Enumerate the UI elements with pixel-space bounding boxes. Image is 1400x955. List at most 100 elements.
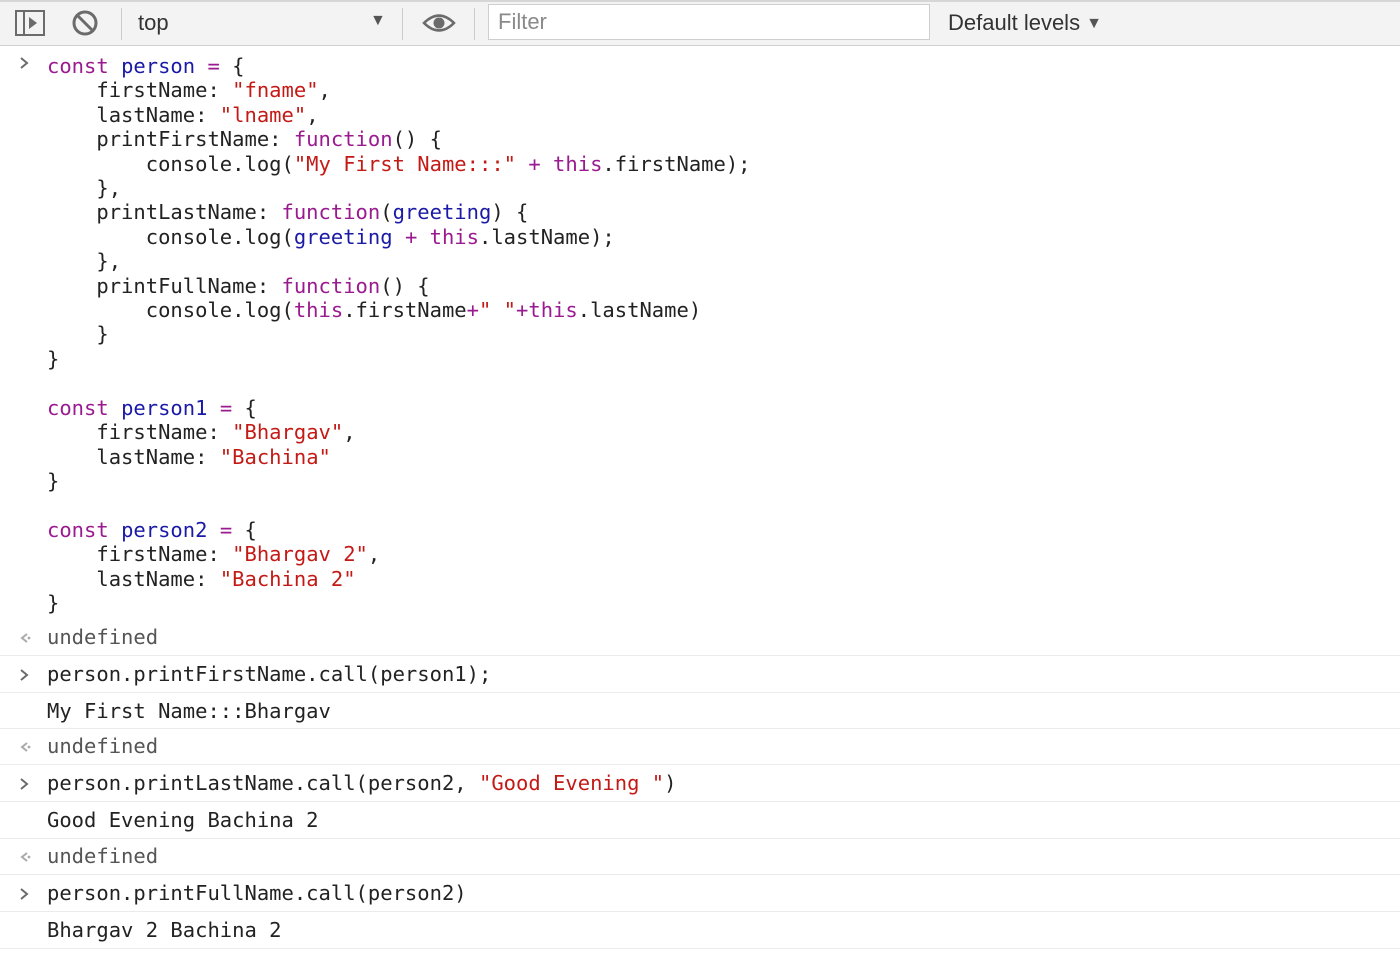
code-text: () {: [392, 127, 442, 152]
input-prompt-icon: [18, 668, 30, 687]
input-prompt-icon: [18, 56, 30, 75]
code-text: .lastName): [577, 298, 702, 323]
code-text: printLastName:: [47, 200, 282, 225]
code-string: "lname": [219, 102, 307, 127]
console-result-entry: undefined: [0, 729, 1400, 765]
code-keyword: const: [47, 395, 109, 420]
code-text: firstName:: [47, 420, 233, 445]
code-text: ,: [343, 420, 356, 445]
code-text: (: [380, 200, 393, 225]
code-keyword: this: [553, 151, 603, 176]
code-input-line: person.printFullName.call(person2): [47, 881, 467, 905]
code-text: .firstName);: [602, 151, 751, 176]
result-arrow-icon: [18, 631, 32, 650]
code-operator: +: [528, 151, 541, 176]
console-toolbar: top ▼ Default levels ▼: [0, 0, 1400, 46]
log-output: Good Evening Bachina 2: [47, 808, 319, 832]
code-string: " ": [478, 298, 517, 323]
code-text: ,: [367, 542, 381, 567]
code-text: console.log(: [47, 224, 294, 249]
input-prompt-icon: [18, 777, 30, 796]
toolbar-divider: [474, 8, 475, 40]
code-text: person.printFirstName.call(person1);: [47, 662, 492, 686]
code-text: },: [47, 176, 122, 201]
code-text: },: [47, 249, 122, 274]
console-input-entry: person.printFullName.call(person2): [0, 875, 1400, 912]
code-string: "fname": [232, 78, 319, 103]
console-result-entry: undefined: [0, 839, 1400, 875]
code-text: }: [47, 590, 60, 615]
code-identifier: person: [121, 54, 196, 78]
code-text: .firstName: [343, 298, 467, 323]
console-log-entry: My First Name:::Bhargav: [0, 693, 1400, 729]
log-levels-label: Default levels: [948, 10, 1081, 35]
code-text: .lastName);: [479, 224, 615, 249]
code-text: ) {: [491, 200, 529, 225]
context-dropdown-icon[interactable]: ▼: [370, 12, 386, 30]
show-sidebar-icon[interactable]: [14, 9, 46, 42]
filter-input[interactable]: [488, 4, 930, 40]
code-text: }: [47, 468, 60, 493]
log-levels-dropdown[interactable]: Default levels ▼: [948, 10, 1102, 36]
code-text: {: [232, 395, 257, 420]
code-operator: =: [219, 517, 233, 542]
code-text: lastName:: [47, 566, 220, 591]
code-operator: =: [207, 54, 220, 78]
code-text: printFullName:: [47, 273, 282, 298]
code-input-block: const person = { firstName: "fname", las…: [47, 54, 751, 615]
toolbar-divider: [121, 8, 122, 40]
code-keyword: this: [429, 224, 479, 249]
code-string: "My First Name:::": [293, 151, 517, 176]
code-text: person.printFullName.call(person2): [47, 881, 467, 905]
code-identifier: greeting: [293, 224, 393, 249]
code-keyword: this: [528, 298, 578, 323]
code-string: "Good Evening ": [478, 771, 665, 795]
result-arrow-icon: [18, 850, 32, 869]
console-log-entry: Bhargav 2 Bachina 2: [0, 912, 1400, 949]
clear-console-icon[interactable]: [71, 9, 99, 42]
live-expression-eye-icon[interactable]: [422, 11, 456, 40]
log-output: Bhargav 2 Bachina 2: [47, 918, 282, 942]
code-text: console.log(: [47, 298, 294, 323]
code-operator: +: [404, 224, 418, 249]
code-string: "Bhargav 2": [232, 542, 368, 567]
code-text: }: [47, 346, 60, 371]
code-text: lastName:: [47, 102, 220, 127]
code-operator: +: [466, 298, 479, 323]
code-text: person.printLastName.call(person2,: [47, 771, 479, 795]
code-operator: +: [516, 298, 529, 323]
result-value: undefined: [47, 625, 159, 649]
console-input-entry: person.printFirstName.call(person1);: [0, 656, 1400, 693]
code-text: firstName:: [47, 78, 233, 103]
code-identifier: greeting: [392, 200, 492, 225]
code-keyword: function: [293, 127, 393, 152]
levels-dropdown-icon: ▼: [1086, 15, 1102, 32]
code-text: }: [47, 322, 109, 347]
console-result-entry: undefined: [0, 620, 1400, 656]
code-string: "Bachina 2": [219, 566, 356, 591]
result-arrow-icon: [18, 740, 32, 759]
code-keyword: const: [47, 517, 109, 542]
console-input-entry: const person = { firstName: "fname", las…: [0, 46, 1400, 620]
code-text: ,: [318, 78, 331, 103]
code-identifier: person1: [121, 395, 208, 420]
input-prompt-icon: [18, 887, 30, 906]
code-keyword: function: [281, 200, 381, 225]
console-log-entry: Good Evening Bachina 2: [0, 802, 1400, 839]
console-input-entry: person.printLastName.call(person2, "Good…: [0, 765, 1400, 802]
code-operator: =: [219, 395, 233, 420]
code-identifier: person2: [121, 517, 208, 542]
code-input-line: person.printLastName.call(person2, "Good…: [47, 771, 676, 795]
result-value: undefined: [47, 734, 159, 758]
context-selector[interactable]: top: [138, 10, 169, 36]
code-text: lastName:: [47, 444, 220, 469]
code-text: ,: [306, 102, 319, 127]
code-text: console.log(: [47, 151, 294, 176]
code-text: firstName:: [47, 542, 233, 567]
code-string: "Bachina": [219, 444, 331, 469]
